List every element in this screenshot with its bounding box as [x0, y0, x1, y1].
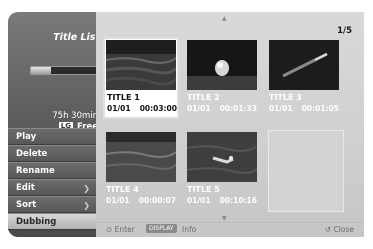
- menu-item-delete[interactable]: Delete: [8, 145, 96, 162]
- empty-title-slot: [268, 130, 344, 212]
- thumbnail-image: [106, 132, 176, 182]
- title-meta: 01/01 00:10:16: [187, 196, 257, 205]
- menu-item-label: Edit: [16, 183, 35, 193]
- swimmer-thumbnail-icon: [187, 132, 257, 182]
- title-meta: 01/01 00:00:07: [106, 196, 176, 205]
- title-thumbnail-3[interactable]: TITLE 3 01/01 00:01:05: [266, 37, 342, 119]
- streak-thumbnail-icon: [269, 40, 339, 90]
- return-icon: ↺ Close: [324, 225, 354, 234]
- water-thumbnail-icon: [106, 132, 176, 182]
- menu-item-rename[interactable]: Rename: [8, 162, 96, 179]
- disc-capacity-fill: [31, 67, 51, 74]
- page-indicator: 1/5: [337, 26, 352, 36]
- menu-item-sort[interactable]: Sort ❯: [8, 196, 96, 213]
- title-thumbnail-4[interactable]: TITLE 4 01/01 00:00:07: [103, 129, 179, 211]
- disc-capacity-bar: [30, 66, 98, 75]
- menu-item-dubbing[interactable]: Dubbing: [8, 213, 96, 230]
- display-key-badge: DISPLAY: [146, 224, 177, 233]
- menu-item-edit[interactable]: Edit ❯: [8, 179, 96, 196]
- title-name: TITLE 2: [187, 93, 220, 102]
- menu-item-label: Sort: [16, 200, 37, 210]
- title-date: 01/01: [187, 104, 211, 113]
- title-name: TITLE 1: [107, 93, 140, 102]
- enter-icon: ⊙ Enter: [106, 225, 135, 234]
- seascape-thumbnail-icon: [106, 40, 176, 90]
- thumbnail-image: [106, 40, 176, 90]
- title-thumbnail-2[interactable]: TITLE 2 01/01 00:01:33: [184, 37, 260, 119]
- title-thumbnail-1[interactable]: TITLE 1 01/01 00:03:00: [103, 37, 179, 119]
- triangle-down-icon[interactable]: ▼: [222, 215, 227, 222]
- title-date: 01/01: [107, 104, 131, 113]
- title-name: TITLE 3: [269, 93, 302, 102]
- title-thumbnail-5[interactable]: TITLE 5 01/01 00:10:16: [184, 129, 260, 211]
- title-meta: 01/01 00:01:33: [187, 104, 257, 113]
- title-date: 01/01: [106, 196, 130, 205]
- panel-title: Title List: [53, 32, 100, 43]
- title-meta: 01/01 00:01:05: [269, 104, 339, 113]
- menu-item-play[interactable]: Play: [8, 128, 96, 145]
- title-name: TITLE 5: [187, 185, 220, 194]
- menu-item-label: Dubbing: [16, 217, 57, 227]
- title-grid-panel: ▲ 1/5 TITLE 1 01/01 00:03:00 TITLE 2 01/…: [96, 12, 364, 237]
- title-duration: 00:03:00: [139, 104, 177, 113]
- key-guide-footer: ⊙ Enter DISPLAY Info ↺ Close: [96, 222, 364, 237]
- menu-item-label: Rename: [16, 166, 55, 176]
- title-duration: 00:10:16: [219, 196, 257, 205]
- title-duration: 00:01:33: [219, 104, 257, 113]
- chevron-right-icon: ❯: [83, 184, 90, 193]
- triangle-up-icon[interactable]: ▲: [222, 15, 227, 22]
- title-meta: 01/01 00:03:00: [107, 104, 177, 113]
- menu-item-label: Play: [16, 132, 37, 142]
- title-menu: Play Delete Rename Edit ❯ Sort ❯ Dubbing: [8, 128, 96, 230]
- title-name: TITLE 4: [106, 185, 139, 194]
- screen: Title List 75h 30min LG Free Play Delete …: [0, 0, 373, 249]
- title-duration: 00:00:07: [138, 196, 176, 205]
- title-date: 01/01: [269, 104, 293, 113]
- menu-item-label: Delete: [16, 149, 48, 159]
- thumbnail-image: [187, 40, 257, 90]
- thumbnail-image: [187, 132, 257, 182]
- title-date: 01/01: [187, 196, 211, 205]
- title-duration: 00:01:05: [301, 104, 339, 113]
- chevron-right-icon: ❯: [83, 201, 90, 210]
- thumbnail-image: [269, 40, 339, 90]
- info-label: Info: [182, 225, 197, 234]
- remaining-time: 75h 30min: [52, 111, 98, 121]
- ball-thumbnail-icon: [187, 40, 257, 90]
